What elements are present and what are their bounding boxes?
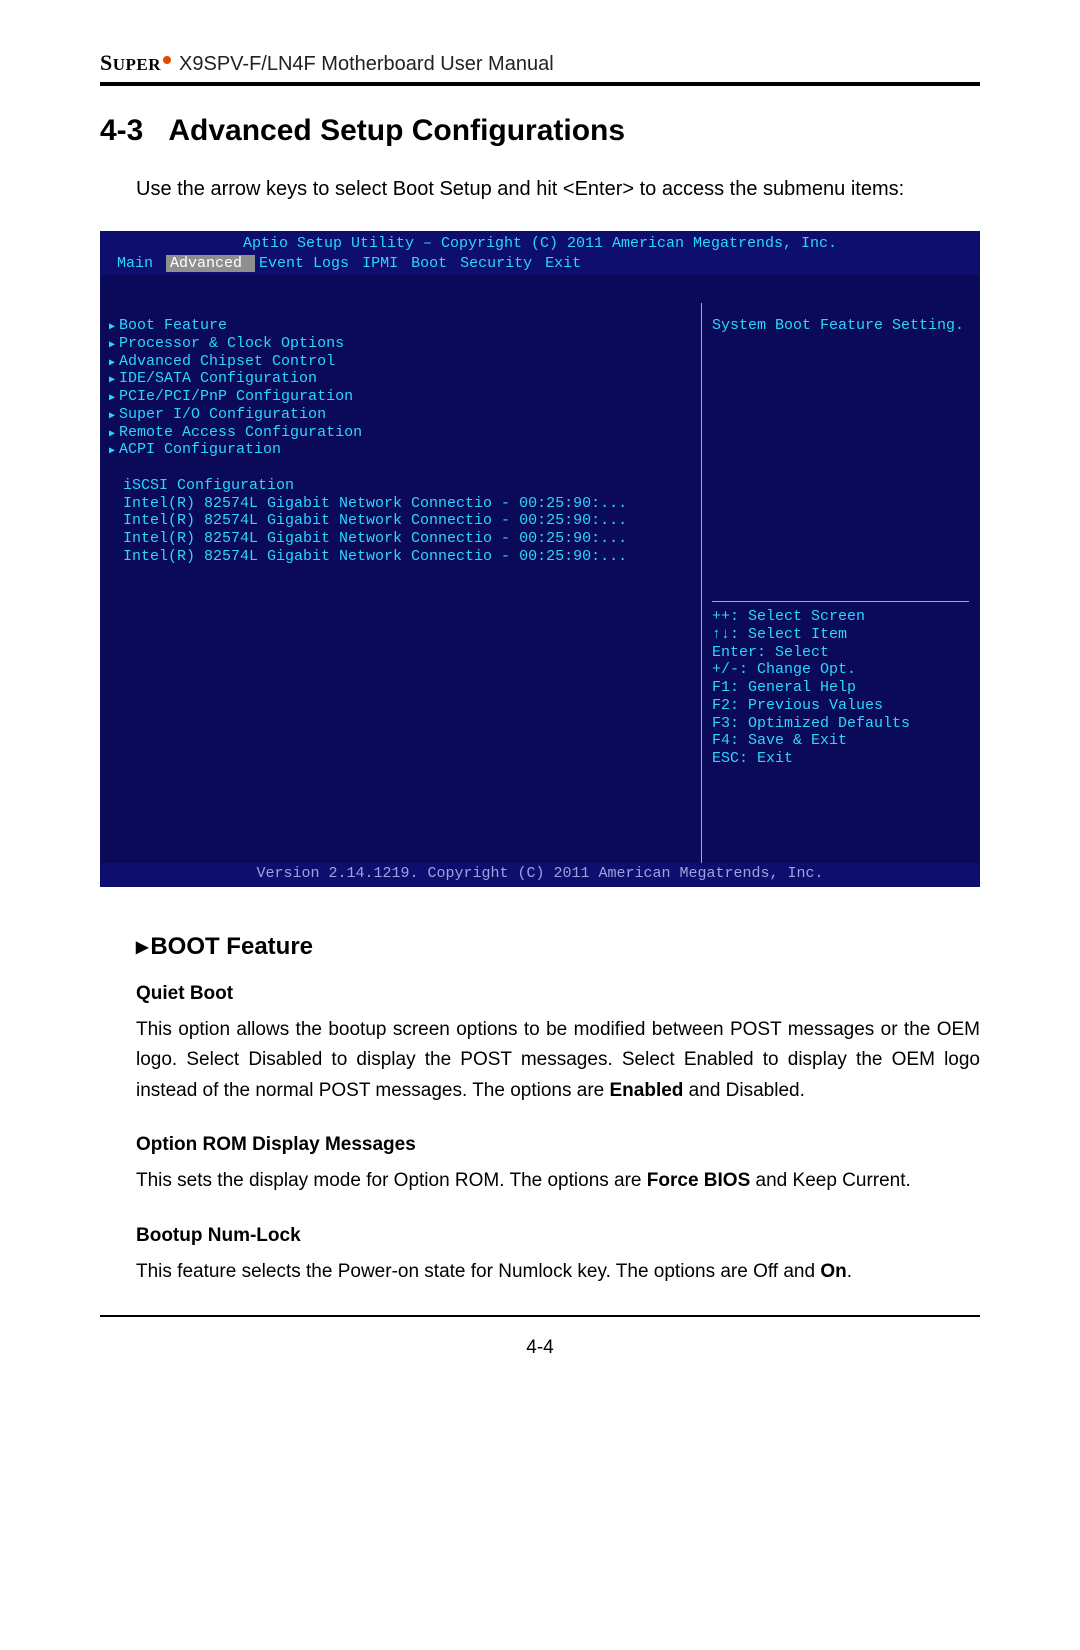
- bios-screenshot: Aptio Setup Utility – Copyright (C) 2011…: [100, 231, 980, 887]
- bios-menu-item[interactable]: Advanced: [166, 255, 255, 272]
- feature-items: Quiet Boot This option allows the bootup …: [100, 983, 980, 1287]
- bios-submenu-item[interactable]: ACPI Configuration: [107, 441, 693, 459]
- bios-submenu-item[interactable]: PCIe/PCI/PnP Configuration: [107, 388, 693, 406]
- footer-rule: [100, 1315, 980, 1317]
- bios-menu-bar: Main Advanced Event Logs IPMI Boot Secur…: [101, 254, 979, 276]
- section-heading: 4-3 Advanced Setup Configurations: [100, 114, 980, 148]
- page-number: 4-4: [100, 1337, 980, 1359]
- feature-item-body: This sets the display mode for Option RO…: [136, 1166, 980, 1196]
- bios-menu-item[interactable]: Main: [117, 255, 162, 272]
- boot-feature-heading: ▶BOOT Feature: [136, 933, 980, 961]
- feature-item-body: This feature selects the Power-on state …: [136, 1257, 980, 1287]
- bios-menu-item[interactable]: Security: [460, 255, 541, 272]
- bios-body: Boot FeatureProcessor & Clock OptionsAdv…: [101, 275, 979, 863]
- page: SUPER X9SPV-F/LN4F Motherboard User Manu…: [0, 0, 1080, 1650]
- feature-item-title: Bootup Num-Lock: [136, 1225, 980, 1247]
- bios-help-box: ++: Select Screen ↑↓: Select Item Enter:…: [712, 601, 969, 767]
- bios-menu-item[interactable]: Event Logs: [259, 255, 358, 272]
- feature-item-title: Option ROM Display Messages: [136, 1134, 980, 1156]
- section-number: 4-3: [100, 114, 143, 147]
- triangle-icon: ▶: [136, 939, 148, 956]
- bios-item-description: System Boot Feature Setting.: [712, 317, 969, 335]
- bios-submenu-item[interactable]: Remote Access Configuration: [107, 424, 693, 442]
- bios-item-list: iSCSI Configuration Intel(R) 82574L Giga…: [107, 477, 693, 565]
- bios-right-pane: System Boot Feature Setting. ++: Select …: [701, 303, 979, 863]
- header-rule: [100, 82, 980, 86]
- bios-submenu-item[interactable]: Boot Feature: [107, 317, 693, 335]
- bios-submenu-item[interactable]: IDE/SATA Configuration: [107, 370, 693, 388]
- bios-menu-item[interactable]: IPMI: [362, 255, 407, 272]
- brand-rest: UPER: [113, 55, 161, 74]
- brand-initial: S: [100, 50, 113, 75]
- boot-feature-title: BOOT Feature: [150, 933, 313, 960]
- bios-left-pane: Boot FeatureProcessor & Clock OptionsAdv…: [101, 303, 701, 863]
- section-intro: Use the arrow keys to select Boot Setup …: [136, 174, 980, 205]
- bios-submenu-item[interactable]: Processor & Clock Options: [107, 335, 693, 353]
- bios-menu-item[interactable]: Exit: [545, 255, 581, 272]
- doc-title: X9SPV-F/LN4F Motherboard User Manual: [179, 53, 554, 76]
- bios-menu-item[interactable]: Boot: [411, 255, 456, 272]
- bios-title-bar: Aptio Setup Utility – Copyright (C) 2011…: [101, 232, 979, 254]
- section-title: Advanced Setup Configurations: [168, 114, 625, 147]
- bios-submenu-list: Boot FeatureProcessor & Clock OptionsAdv…: [107, 317, 693, 459]
- bios-submenu-item[interactable]: Super I/O Configuration: [107, 406, 693, 424]
- bios-footer-bar: Version 2.14.1219. Copyright (C) 2011 Am…: [101, 863, 979, 886]
- bios-submenu-item[interactable]: Advanced Chipset Control: [107, 353, 693, 371]
- brand-logo: SUPER: [100, 50, 173, 76]
- page-header: SUPER X9SPV-F/LN4F Motherboard User Manu…: [100, 50, 980, 82]
- feature-item-body: This option allows the bootup screen opt…: [136, 1015, 980, 1106]
- feature-item-title: Quiet Boot: [136, 983, 980, 1005]
- brand-dot-icon: [163, 56, 171, 64]
